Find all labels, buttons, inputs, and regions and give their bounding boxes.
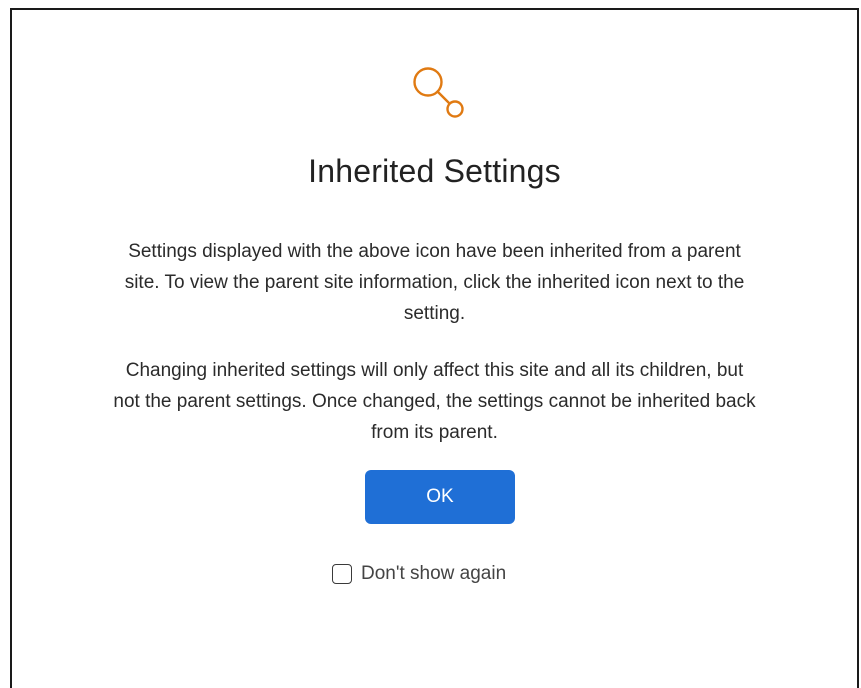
inherited-settings-dialog: Inherited Settings Settings displayed wi… (10, 8, 859, 688)
inherited-settings-icon (412, 64, 472, 128)
dont-show-again-option[interactable]: Don't show again (332, 561, 506, 587)
ok-button[interactable]: OK (365, 470, 515, 524)
dont-show-again-label: Don't show again (361, 563, 507, 584)
dialog-title: Inherited Settings (308, 153, 561, 189)
dialog-description-changes: Changing inherited settings will only af… (113, 360, 756, 443)
dont-show-again-checkbox[interactable] (332, 564, 352, 584)
dialog-description-inherited: Settings displayed with the above icon h… (124, 241, 745, 324)
